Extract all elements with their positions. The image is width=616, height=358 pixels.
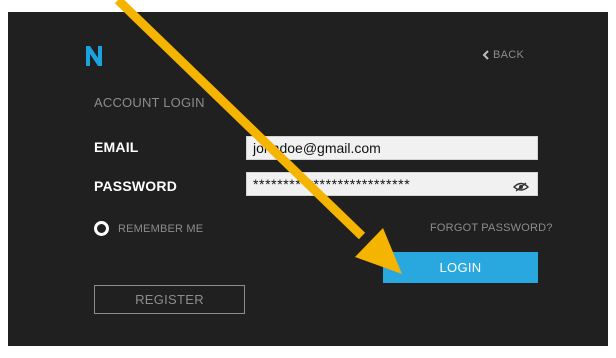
password-label: PASSWORD: [94, 178, 178, 194]
page-title: ACCOUNT LOGIN: [94, 95, 205, 110]
remember-me-radio[interactable]: [94, 221, 109, 236]
chevron-left-icon: [482, 50, 489, 60]
email-value: johndoe@gmail.com: [253, 140, 381, 156]
register-button[interactable]: REGISTER: [94, 285, 245, 314]
remember-me-label: REMEMBER ME: [118, 222, 204, 235]
forgot-password-link[interactable]: FORGOT PASSWORD?: [430, 222, 553, 234]
email-field[interactable]: johndoe@gmail.com: [246, 136, 538, 160]
back-label: BACK: [493, 49, 525, 61]
remember-me-option[interactable]: REMEMBER ME: [94, 221, 203, 236]
n-logo-icon: [86, 46, 102, 71]
eye-slash-icon[interactable]: [512, 179, 530, 195]
back-link[interactable]: BACK: [482, 49, 524, 61]
password-value: **************************: [253, 176, 411, 192]
email-label: EMAIL: [94, 139, 139, 155]
password-field[interactable]: **************************: [246, 172, 538, 196]
login-button[interactable]: LOGIN: [383, 252, 538, 283]
